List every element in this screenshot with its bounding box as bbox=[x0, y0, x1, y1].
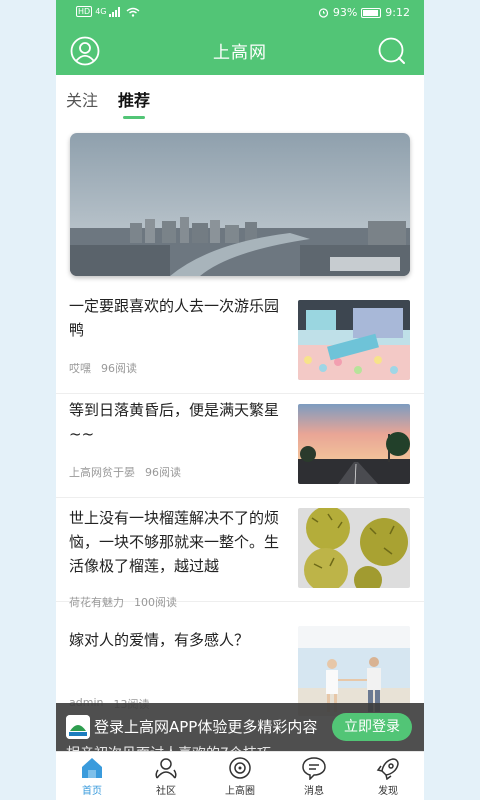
status-bar: HD 4G 93% 9:12 bbox=[56, 0, 424, 26]
tabbar-label: 发现 bbox=[378, 786, 398, 797]
article-meta: 上高网贫于晏 96阅读 bbox=[69, 464, 181, 480]
article-title[interactable]: 等到日落黄昏后，便是满天繁星~~ bbox=[69, 398, 289, 446]
login-promo-banner[interactable]: 登录上高网APP体验更多精彩内容 立即登录 相亲初次见面讨人喜欢的7个技巧 bbox=[56, 703, 424, 762]
rocket-icon bbox=[376, 758, 399, 780]
battery-level bbox=[363, 9, 379, 16]
tabbar-item-community[interactable]: 社区 bbox=[136, 756, 196, 797]
app-logo-icon bbox=[66, 715, 90, 739]
app-screen: HD 4G 93% 9:12 上高网 关注 推荐 一定要跟喜欢的人去一次游乐园鸭… bbox=[56, 0, 424, 800]
network-badge: HD bbox=[76, 6, 93, 17]
article-thumbnail[interactable] bbox=[298, 404, 410, 484]
message-icon bbox=[302, 757, 326, 780]
wifi-icon bbox=[127, 7, 140, 17]
article-card[interactable]: 一定要跟喜欢的人去一次游乐园鸭 哎嘿 96阅读 bbox=[56, 290, 424, 394]
tabbar-item-discover[interactable]: 发现 bbox=[358, 756, 418, 797]
tabbar-item-messages[interactable]: 消息 bbox=[284, 756, 344, 797]
tabbar-label: 社区 bbox=[156, 786, 176, 797]
page-title: 上高网 bbox=[213, 43, 267, 63]
article-title[interactable]: 世上没有一块榴莲解决不了的烦恼，一块不够那就来一整个。生活像极了榴莲，越过越 bbox=[69, 506, 289, 578]
bottom-tabbar: 首页 社区 上高圈 消息 发现 bbox=[56, 751, 424, 800]
banner-image[interactable] bbox=[70, 133, 410, 276]
circle-icon bbox=[229, 757, 251, 779]
tabbar-label: 上高圈 bbox=[225, 786, 255, 797]
article-thumbnail[interactable] bbox=[298, 300, 410, 380]
battery-icon bbox=[361, 7, 382, 18]
promo-text: 登录上高网APP体验更多精彩内容 bbox=[94, 718, 318, 736]
sunset-road-image bbox=[298, 404, 410, 484]
article-author: 荷花有魅力 bbox=[69, 596, 124, 609]
city-skyline-image bbox=[70, 133, 410, 276]
battery-percent: 93% bbox=[332, 6, 358, 19]
app-header: HD 4G 93% 9:12 上高网 bbox=[56, 0, 424, 75]
tabbar-label: 消息 bbox=[304, 786, 324, 797]
article-author: 上高网贫于晏 bbox=[69, 466, 135, 479]
login-button[interactable]: 立即登录 bbox=[332, 713, 412, 741]
article-title[interactable]: 嫁对人的爱情，有多感人？ bbox=[69, 628, 289, 652]
tabbar-label: 首页 bbox=[82, 786, 102, 797]
alarm-icon bbox=[318, 8, 328, 18]
community-icon bbox=[155, 758, 177, 779]
article-author: 哎嘿 bbox=[69, 362, 91, 375]
article-thumbnail[interactable] bbox=[298, 508, 410, 588]
feed-tabs: 关注 推荐 bbox=[56, 75, 424, 125]
article-reads: 96阅读 bbox=[145, 466, 181, 479]
tabbar-item-circle[interactable]: 上高圈 bbox=[210, 756, 270, 797]
search-icon[interactable] bbox=[377, 36, 407, 66]
tabbar-item-home[interactable]: 首页 bbox=[62, 756, 122, 797]
article-reads: 100阅读 bbox=[134, 596, 177, 609]
article-card[interactable]: 世上没有一块榴莲解决不了的烦恼，一块不够那就来一整个。生活像极了榴莲，越过越 荷… bbox=[56, 498, 424, 609]
article-card[interactable]: 等到日落黄昏后，便是满天繁星~~ 上高网贫于晏 96阅读 bbox=[56, 394, 424, 498]
tab-recommend[interactable]: 推荐 bbox=[118, 87, 150, 111]
home-icon bbox=[82, 758, 102, 778]
article-meta: 荷花有魅力 100阅读 bbox=[69, 594, 177, 610]
app-logo bbox=[66, 715, 90, 739]
article-meta: 哎嘿 96阅读 bbox=[69, 360, 137, 376]
article-title[interactable]: 一定要跟喜欢的人去一次游乐园鸭 bbox=[69, 294, 289, 342]
tab-follow[interactable]: 关注 bbox=[66, 87, 98, 111]
signal-icon bbox=[109, 6, 121, 17]
signal-label: 4G bbox=[95, 7, 107, 16]
article-reads: 96阅读 bbox=[101, 362, 137, 375]
durian-image bbox=[298, 508, 410, 588]
active-tab-indicator bbox=[123, 116, 145, 119]
amusement-park-image bbox=[298, 300, 410, 380]
clock: 9:12 bbox=[385, 6, 410, 19]
